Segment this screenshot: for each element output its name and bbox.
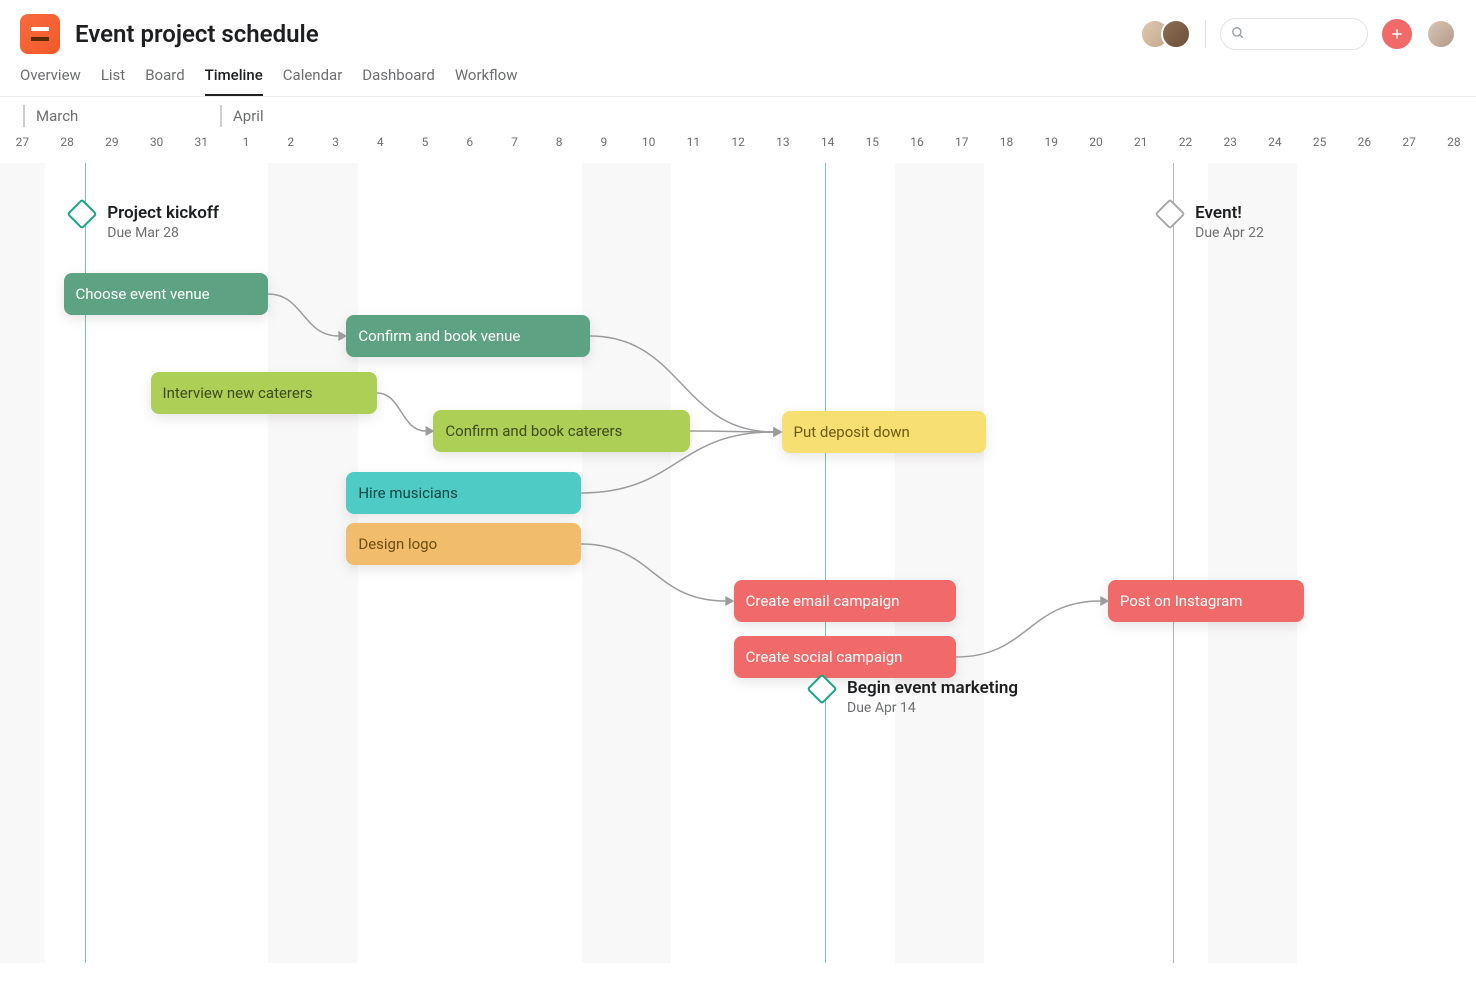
- project-title: Event project schedule: [75, 20, 319, 48]
- app-logo-glyph: [31, 27, 49, 41]
- milestone[interactable]: Event! Due Apr 22: [1159, 203, 1264, 241]
- app-logo[interactable]: [20, 14, 60, 54]
- month-label: April: [220, 105, 264, 127]
- add-button[interactable]: [1382, 19, 1412, 49]
- divider: [1205, 20, 1206, 48]
- day-cell: 5: [403, 129, 448, 163]
- search-icon: [1231, 25, 1245, 44]
- milestone-diamond-icon: [1155, 198, 1186, 229]
- milestone[interactable]: Begin event marketing Due Apr 14: [811, 678, 1018, 716]
- tab-calendar[interactable]: Calendar: [283, 66, 343, 96]
- day-cell: 6: [447, 129, 492, 163]
- milestone-title: Event!: [1195, 203, 1264, 223]
- task-bar[interactable]: Confirm and book venue: [346, 315, 590, 357]
- day-cell: 21: [1118, 129, 1163, 163]
- task-bar[interactable]: Create email campaign: [734, 580, 956, 622]
- milestone-due: Due Mar 28: [107, 225, 219, 241]
- tab-list[interactable]: List: [101, 66, 125, 96]
- day-cell: 4: [358, 129, 403, 163]
- day-cell: 12: [716, 129, 761, 163]
- day-cell: 2: [268, 129, 313, 163]
- day-cell: 10: [626, 129, 671, 163]
- day-cell: 25: [1297, 129, 1342, 163]
- tab-board[interactable]: Board: [145, 66, 184, 96]
- day-cell: 24: [1253, 129, 1298, 163]
- task-bar[interactable]: Put deposit down: [782, 411, 987, 453]
- member-avatars[interactable]: [1149, 19, 1191, 49]
- day-cell: 7: [492, 129, 537, 163]
- milestone-due: Due Apr 14: [847, 700, 1018, 716]
- day-cell: 15: [850, 129, 895, 163]
- day-cell: 17: [939, 129, 984, 163]
- avatar[interactable]: [1161, 19, 1191, 49]
- day-cell: 16: [895, 129, 940, 163]
- task-bar[interactable]: Confirm and book caterers: [433, 410, 690, 452]
- month-label: March: [23, 105, 78, 127]
- day-cell: 29: [89, 129, 134, 163]
- milestone-title: Project kickoff: [107, 203, 219, 223]
- task-bar[interactable]: Interview new caterers: [151, 372, 377, 414]
- milestone-due: Due Apr 22: [1195, 225, 1264, 241]
- tab-workflow[interactable]: Workflow: [455, 66, 518, 96]
- milestone-diamond-icon: [67, 198, 98, 229]
- day-cell: 13: [760, 129, 805, 163]
- day-cell: 20: [1074, 129, 1119, 163]
- user-avatar[interactable]: [1426, 19, 1456, 49]
- search-input[interactable]: [1251, 26, 1357, 42]
- day-cell: 23: [1208, 129, 1253, 163]
- day-cell: 28: [1432, 129, 1476, 163]
- day-cell: 28: [45, 129, 90, 163]
- day-cell: 22: [1163, 129, 1208, 163]
- task-bar[interactable]: Create social campaign: [734, 636, 956, 678]
- task-bar[interactable]: Post on Instagram: [1108, 580, 1304, 622]
- day-cell: 30: [134, 129, 179, 163]
- timeline-body: Choose event venue Confirm and book venue…: [0, 163, 1476, 963]
- day-cell: 3: [313, 129, 358, 163]
- search-box[interactable]: [1220, 18, 1368, 50]
- day-cell: 31: [179, 129, 224, 163]
- task-bar[interactable]: Hire musicians: [346, 472, 581, 514]
- milestone-title: Begin event marketing: [847, 678, 1018, 698]
- day-cell: 1: [224, 129, 269, 163]
- day-cell: 27: [1387, 129, 1432, 163]
- day-cell: 26: [1342, 129, 1387, 163]
- day-cell: 9: [582, 129, 627, 163]
- tab-overview[interactable]: Overview: [20, 66, 81, 96]
- day-cell: 27: [0, 129, 45, 163]
- day-row: 2728293031123456789101112131415161718192…: [0, 129, 1476, 163]
- app-header: Event project schedule: [0, 0, 1476, 54]
- milestone[interactable]: Project kickoff Due Mar 28: [71, 203, 219, 241]
- day-cell: 8: [537, 129, 582, 163]
- month-row: March April: [0, 97, 1476, 129]
- day-cell: 19: [1029, 129, 1074, 163]
- milestone-diamond-icon: [806, 673, 837, 704]
- day-cell: 18: [984, 129, 1029, 163]
- task-bar[interactable]: Design logo: [346, 523, 581, 565]
- tab-timeline[interactable]: Timeline: [205, 66, 263, 96]
- tab-dashboard[interactable]: Dashboard: [362, 66, 435, 96]
- day-cell: 14: [805, 129, 850, 163]
- task-bar[interactable]: Choose event venue: [64, 273, 269, 315]
- day-cell: 11: [671, 129, 716, 163]
- view-tabs: Overview List Board Timeline Calendar Dashboa…: [0, 54, 1476, 97]
